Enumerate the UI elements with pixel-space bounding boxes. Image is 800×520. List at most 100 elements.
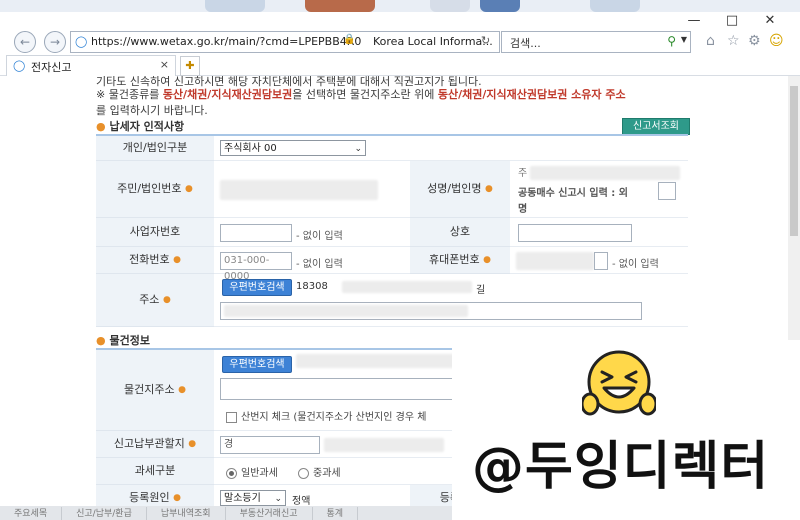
joint-count-input[interactable]	[658, 182, 676, 200]
label-text: 과세구분	[134, 464, 176, 477]
bottom-tab[interactable]: 납부내역조회	[147, 507, 226, 520]
tax-type-label: 과세구분	[96, 458, 214, 485]
label-text: 주민/법인번호	[117, 182, 182, 195]
radio-label: 일반과세	[241, 468, 278, 479]
label-text: 휴대폰번호	[429, 253, 480, 266]
phone-input[interactable]: 031-000-0000	[220, 252, 292, 282]
close-tab-icon[interactable]: ×	[160, 58, 169, 71]
biz-hint: - 없이 입력	[296, 231, 343, 242]
select-value: 말소등기	[224, 493, 261, 504]
tab-electronic-filing[interactable]: ◯ 전자신고 ×	[6, 55, 176, 76]
bottom-tab[interactable]: 통계	[313, 507, 359, 520]
section-title-property: ● 물건정보	[96, 332, 150, 348]
lock-icon[interactable]: 🔒	[343, 34, 355, 45]
search-placeholder: 검색...	[510, 37, 541, 50]
required-mark: ●	[173, 255, 181, 265]
section-title-text: 납세자 인적사항	[109, 120, 185, 133]
close-window-button[interactable]: ✕	[752, 12, 788, 30]
bottom-tab[interactable]: 부동산거래신고	[226, 507, 313, 520]
name-label: 성명/법인명 ●	[410, 161, 510, 218]
company-label: 상호	[410, 218, 510, 247]
url-text: https://www.wetax.go.kr/main/?cmd=LPEPBB…	[91, 35, 362, 48]
required-mark: ●	[173, 493, 181, 503]
forward-button[interactable]: →	[44, 31, 66, 53]
chevron-down-icon: ⌄	[274, 494, 282, 504]
notice-highlight-2: 동산/채권/지식재산권담보권 소유자 주소	[437, 88, 626, 101]
name-input-partial[interactable]: 주	[518, 164, 527, 179]
business-number-input[interactable]	[220, 224, 292, 242]
smiley-feedback-icon[interactable]: ☺	[769, 33, 784, 49]
minimize-button[interactable]: —	[676, 12, 712, 30]
bottom-menu-bar: 주요세목 신고/납부/환급 납부내역조회 부동산거래신고 통계	[0, 506, 460, 520]
taxpayer-type-select[interactable]: 주식회사 00 ⌄	[220, 140, 366, 156]
tax-general-radio[interactable]: 일반과세	[226, 464, 278, 479]
address-label: 주소 ●	[96, 274, 214, 327]
joint-purchase-note: 공동매수 신고시 입력 : 외	[518, 188, 628, 199]
label-text: 상호	[449, 225, 471, 238]
biz-label: 사업자번호	[96, 218, 214, 247]
label-text: 성명/법인명	[427, 182, 482, 195]
property-address-label: 물건지주소 ●	[96, 350, 214, 431]
search-icon[interactable]: ⚲	[667, 34, 676, 48]
address-redacted	[342, 281, 472, 293]
office-label: 신고납부관할지 ●	[96, 431, 214, 458]
section-bullet-icon: ●	[96, 334, 106, 347]
tax-heavy-radio[interactable]: 중과세	[298, 464, 341, 479]
label-text: 전화번호	[129, 253, 170, 266]
chevron-down-icon: ⌄	[354, 144, 362, 154]
lookup-filing-button[interactable]: 신고서조회	[622, 118, 690, 135]
ie-icon: ◯	[13, 59, 26, 72]
reg-cause-select[interactable]: 말소등기 ⌄	[220, 490, 286, 506]
phone-hint: - 없이 입력	[296, 259, 343, 270]
chevron-down-icon[interactable]: ▼	[681, 35, 687, 44]
back-button[interactable]: ←	[14, 31, 36, 53]
label-text: 물건지주소	[124, 383, 175, 396]
checkbox[interactable]	[226, 411, 237, 423]
label-text: 신고납부관할지	[113, 437, 185, 450]
favorites-star-icon[interactable]: ☆	[727, 33, 740, 49]
maximize-button[interactable]: □	[714, 12, 750, 30]
refresh-icon[interactable]: ↻	[481, 34, 490, 47]
id-number-redacted[interactable]	[220, 180, 378, 200]
mobile-redacted	[516, 252, 594, 270]
title-bar: — □ ✕	[0, 12, 800, 30]
select-value: 주식회사 00	[224, 143, 277, 154]
id-label: 주민/법인번호 ●	[96, 161, 214, 218]
address-detail-redacted	[224, 305, 468, 317]
scrollbar-thumb[interactable]	[790, 86, 798, 236]
bottom-tab[interactable]: 신고/납부/환급	[62, 507, 147, 520]
required-mark: ●	[188, 439, 197, 449]
mobile-input[interactable]	[594, 252, 608, 270]
notice-highlight-1: 동산/채권/지식재산권담보권	[162, 88, 293, 101]
site-identity[interactable]: Korea Local Informa...	[373, 35, 493, 48]
company-input[interactable]	[518, 224, 632, 242]
gear-icon[interactable]: ⚙	[748, 33, 761, 49]
address-suffix: 길	[476, 285, 486, 296]
ie-icon: ◯	[75, 35, 88, 48]
zip-value: 18308	[296, 281, 328, 292]
property-zip-redacted	[296, 354, 456, 368]
zip-search-button[interactable]: 우편번호검색	[222, 279, 292, 296]
required-mark: ●	[185, 184, 193, 194]
property-address-input[interactable]	[220, 378, 460, 400]
office-redacted	[324, 438, 444, 452]
watermark-handle: @두잉디렉터	[472, 437, 770, 497]
notice-text: ※ 물건종류를	[96, 88, 163, 101]
name-redacted	[530, 166, 680, 180]
property-zip-search-button[interactable]: 우편번호검색	[222, 356, 292, 373]
watermark-overlay: @두잉디렉터	[452, 340, 800, 520]
radio-unselected[interactable]	[298, 467, 309, 479]
new-tab-button[interactable]: ✚	[180, 56, 200, 76]
required-mark: ●	[162, 295, 171, 305]
address-bar[interactable]: ◯ https://www.wetax.go.kr/main/?cmd=LPEP…	[70, 31, 500, 53]
bottom-tab[interactable]: 주요세목	[0, 507, 63, 520]
search-box[interactable]: 검색... ⚲ ▼	[501, 31, 691, 53]
mountain-lot-check[interactable]: 산번지 체크 (물건지주소가 산번지인 경우 체	[226, 408, 426, 423]
required-mark: ●	[483, 255, 491, 265]
radio-selected[interactable]	[226, 467, 237, 479]
office-select[interactable]: 경	[220, 436, 320, 454]
type-label: 개인/법인구분	[96, 136, 214, 161]
required-mark: ●	[178, 385, 186, 395]
home-icon[interactable]: ⌂	[706, 33, 715, 49]
joint-purchase-note-2: 명	[518, 204, 528, 215]
